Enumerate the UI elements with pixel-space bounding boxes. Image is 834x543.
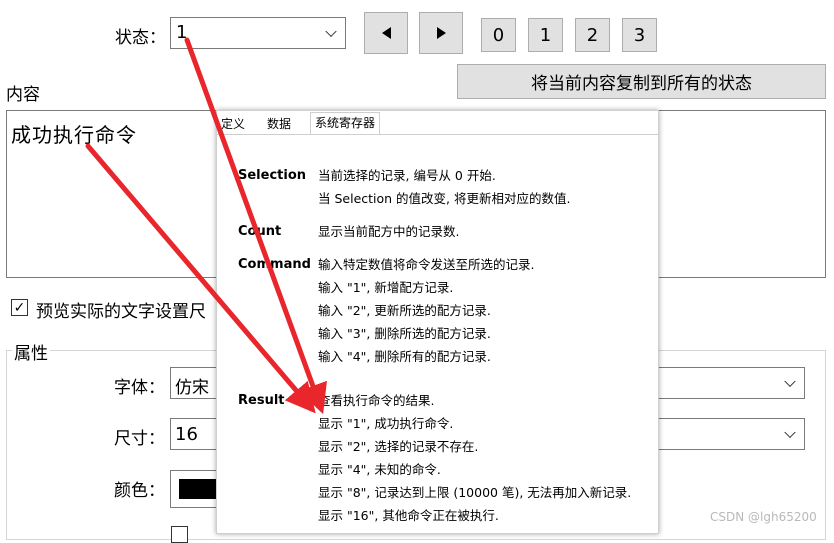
watermark: CSDN @lgh65200 [710,510,817,524]
annotation-arrows [85,37,327,415]
arrow-from-status [184,37,327,415]
